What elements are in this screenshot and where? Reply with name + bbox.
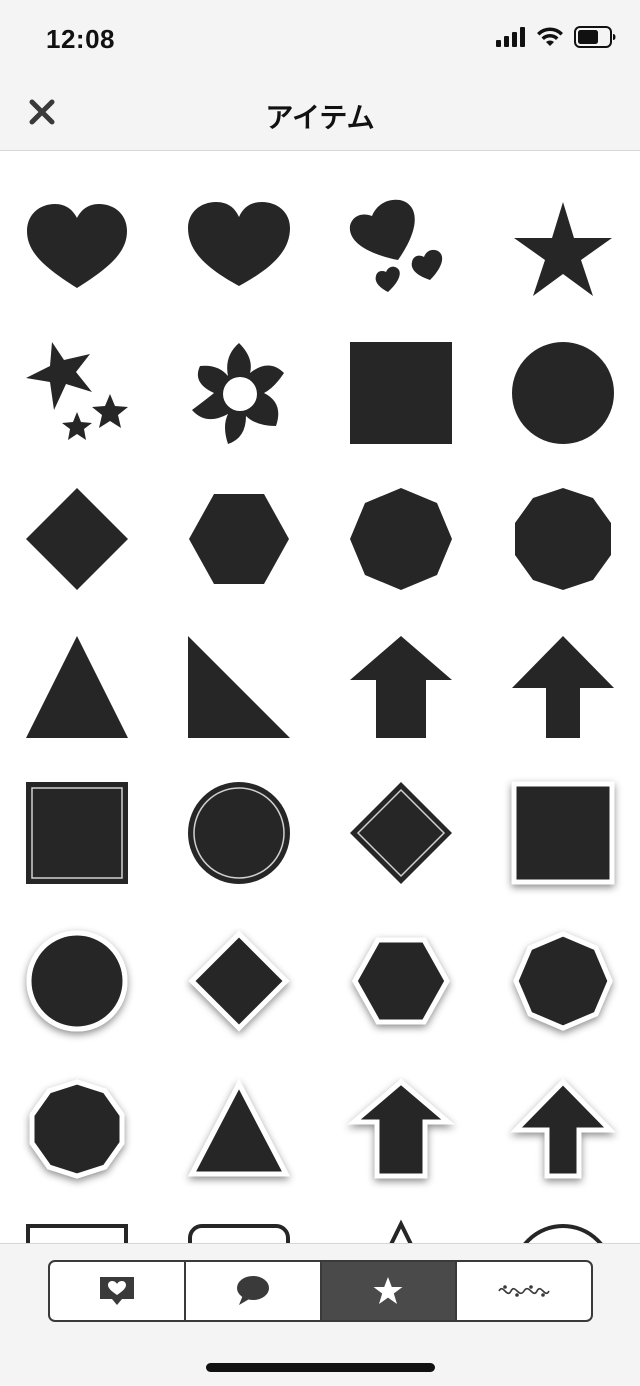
diamond-shadow-icon (188, 930, 290, 1032)
status-icons (496, 25, 616, 53)
item-square-inner-border[interactable] (22, 778, 132, 888)
octagon-shadow-icon (513, 931, 613, 1031)
item-flower[interactable] (184, 338, 294, 448)
item-heart[interactable] (22, 196, 132, 306)
square-icon (350, 342, 452, 444)
item-square[interactable] (346, 338, 456, 448)
square-outline-icon (26, 1224, 128, 1243)
item-arrow-up-shadow[interactable] (346, 1074, 456, 1184)
item-star[interactable] (508, 196, 618, 306)
category-segmented-control (48, 1260, 593, 1322)
item-triangle[interactable] (22, 632, 132, 742)
item-decagon[interactable] (508, 484, 618, 594)
circle-icon (512, 342, 614, 444)
item-triangle-outline[interactable] (346, 1219, 456, 1243)
diamond-inner-border-icon (350, 782, 452, 884)
diamond-icon (26, 488, 128, 590)
item-arrow-up-thin-shadow[interactable] (508, 1074, 618, 1184)
circle-outline-icon (523, 1224, 603, 1243)
item-right-triangle[interactable] (184, 632, 294, 742)
star-icon (514, 202, 612, 296)
triangle-icon (26, 636, 128, 738)
status-bar: 12:08 (0, 0, 640, 76)
circle-shadow-icon (26, 930, 128, 1032)
page-title: アイテム (265, 102, 375, 133)
item-circle-inner-border[interactable] (184, 778, 294, 888)
item-diamond-shadow[interactable] (184, 926, 294, 1036)
item-square-shadow[interactable] (508, 778, 618, 888)
arrow-up-shadow-icon (347, 1078, 455, 1179)
item-diamond-inner-border[interactable] (346, 778, 456, 888)
triangle-shadow-icon (187, 1078, 291, 1177)
signal-icon (496, 26, 526, 52)
item-hexagon[interactable] (184, 484, 294, 594)
hexagon-icon (189, 494, 289, 584)
arrow-up-thin-shadow-icon (510, 1078, 616, 1179)
hearts-cluster-icon (349, 199, 443, 292)
heart-stamp-icon (99, 1277, 134, 1305)
ornament-line-icon (498, 1285, 550, 1297)
battery-icon (574, 25, 616, 53)
item-triangle-shadow[interactable] (184, 1074, 294, 1184)
item-circle[interactable] (508, 338, 618, 448)
star-icon (373, 1277, 403, 1304)
item-decagon-shadow[interactable] (22, 1074, 132, 1184)
tab-decorations[interactable] (457, 1262, 591, 1320)
wifi-icon (536, 26, 564, 52)
bottom-toolbar (0, 1243, 640, 1386)
item-rounded-square-outline[interactable] (184, 1220, 294, 1243)
item-octagon[interactable] (346, 484, 456, 594)
item-square-outline[interactable] (22, 1220, 132, 1243)
navigation-bar: アイテム (0, 76, 640, 151)
item-grid (0, 152, 640, 1243)
status-time: 12:08 (46, 24, 115, 54)
item-circle-outline[interactable] (508, 1220, 618, 1243)
triangle-outline-icon (389, 1219, 413, 1243)
rounded-square-outline-icon (188, 1224, 290, 1243)
item-stars-cluster[interactable] (22, 338, 132, 448)
arrow-up-icon (350, 636, 452, 738)
item-hexagon-shadow[interactable] (346, 926, 456, 1036)
stars-cluster-icon (26, 342, 128, 440)
hexagon-shadow-icon (352, 937, 450, 1025)
item-octagon-shadow[interactable] (508, 926, 618, 1036)
item-diamond[interactable] (22, 484, 132, 594)
tab-shapes[interactable] (321, 1262, 458, 1320)
home-indicator[interactable] (206, 1363, 435, 1372)
decagon-icon (515, 488, 611, 590)
circle-inner-border-icon (188, 782, 290, 884)
tab-heart-stamp[interactable] (50, 1262, 186, 1320)
item-circle-shadow[interactable] (22, 926, 132, 1036)
decagon-shadow-icon (29, 1079, 125, 1179)
octagon-icon (350, 488, 452, 590)
item-arrow-up-thin[interactable] (508, 632, 618, 742)
flower-icon (192, 343, 284, 444)
heart-wide-icon (188, 202, 290, 286)
right-triangle-icon (188, 636, 290, 738)
square-shadow-icon (511, 781, 615, 885)
item-arrow-up[interactable] (346, 632, 456, 742)
square-inner-border-icon (26, 782, 128, 884)
tab-speech-bubble[interactable] (186, 1262, 322, 1320)
item-hearts-cluster[interactable] (346, 196, 456, 306)
heart-icon (27, 204, 127, 288)
speech-bubble-icon (236, 1276, 269, 1305)
arrow-up-thin-icon (512, 636, 614, 738)
item-heart-wide[interactable] (184, 196, 294, 306)
